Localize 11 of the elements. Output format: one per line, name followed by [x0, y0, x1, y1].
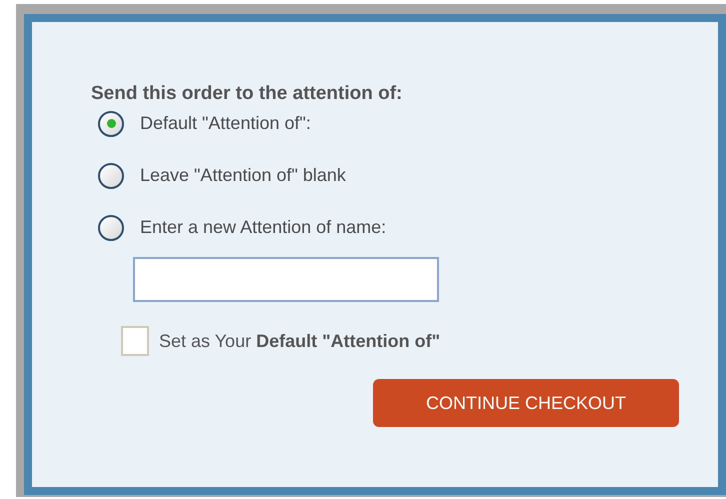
dialog-heading: Send this order to the attention of: — [91, 82, 404, 106]
radio-label: Enter a new Attention of name: — [140, 216, 386, 239]
radio-button[interactable] — [98, 214, 124, 240]
radio-button[interactable] — [98, 162, 124, 188]
checkbox[interactable] — [121, 326, 149, 356]
checkbox-label: Set as Your Default "Attention of" — [159, 330, 440, 352]
radio-label: Leave "Attention of" blank — [140, 164, 346, 187]
name-input-field[interactable] — [133, 257, 439, 302]
radio-label: Default "Attention of": — [140, 112, 311, 135]
continue-checkout-button[interactable]: CONTINUE CHECKOUT — [373, 379, 679, 427]
radio-button[interactable] — [98, 110, 124, 136]
